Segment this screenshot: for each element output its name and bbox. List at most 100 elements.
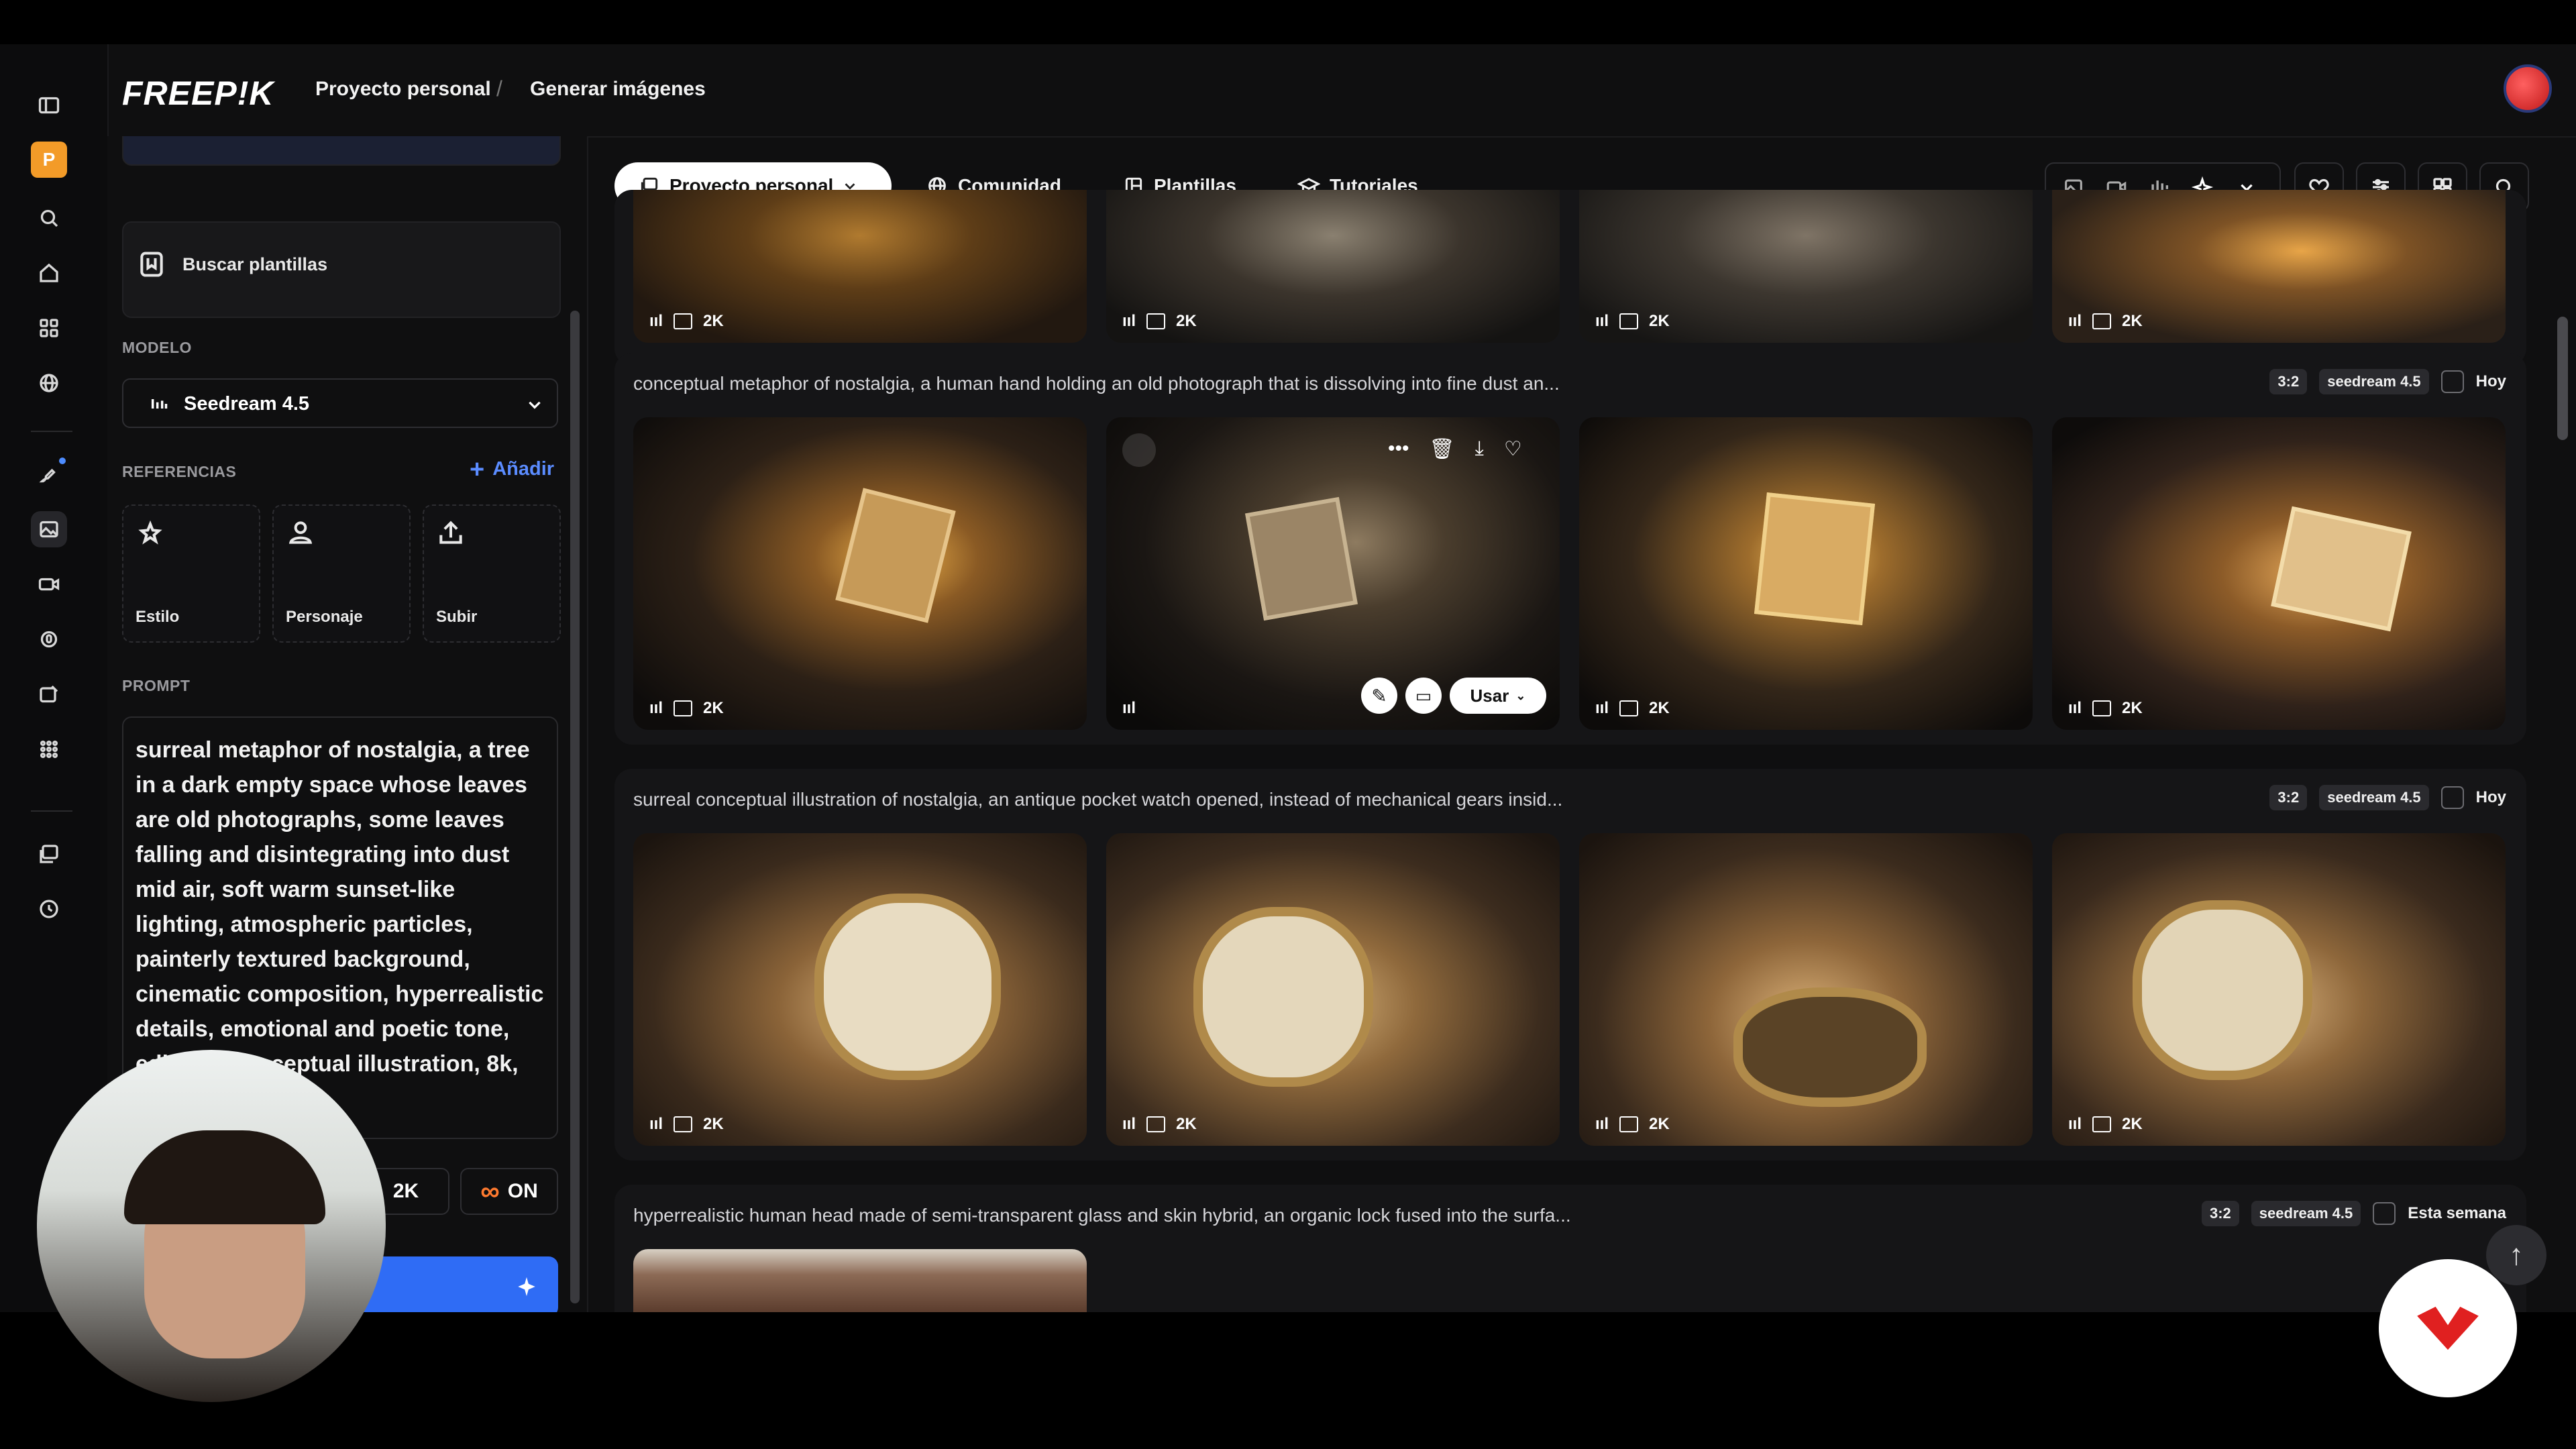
image-size-icon <box>1619 1116 1639 1132</box>
add-reference-label: Añadir <box>492 458 555 480</box>
reference-style-label: Estilo <box>136 608 180 626</box>
home-icon[interactable] <box>31 255 67 291</box>
all-tools-icon[interactable] <box>31 731 67 767</box>
image-size-icon <box>2092 313 2112 329</box>
group-select-checkbox[interactable] <box>2373 1202 2396 1225</box>
project-avatar-icon[interactable]: P <box>31 142 67 178</box>
group-prompt-title[interactable]: conceptual metaphor of nostalgia, a huma… <box>633 373 1560 394</box>
result-thumbnail[interactable]: ııl 2K <box>1579 417 2033 730</box>
thumbnail-badge: ııl 2K <box>1595 699 1670 717</box>
model-bars-icon: ııl <box>2068 699 2082 717</box>
infinity-icon: ∞ <box>480 1176 500 1206</box>
result-thumbnail[interactable]: ııl 2K <box>633 833 1087 1146</box>
thumbnail-badge: ııl 2K <box>2068 1115 2143 1133</box>
thumbnail-badge: ııl 2K <box>649 699 724 717</box>
result-thumbnail-hovered[interactable]: ••• 🗑 ⤓ ♡ ✎ ▭ Usar ⌄ ııl <box>1106 417 1560 730</box>
model-bars-icon: ııl <box>1122 312 1136 330</box>
group-date-label: Esta semana <box>2408 1204 2506 1222</box>
apps-icon[interactable] <box>31 310 67 346</box>
notification-dot <box>59 458 66 464</box>
video-icon[interactable] <box>31 566 67 602</box>
reference-style-card[interactable]: Estilo <box>122 504 260 643</box>
model-select[interactable]: Seedream 4.5 <box>122 378 558 428</box>
result-group: hyperrealistic human head made of semi-t… <box>614 1185 2526 1312</box>
person-icon <box>288 521 313 544</box>
model-bars-icon: ııl <box>649 312 663 330</box>
edit-icon[interactable]: ✎ <box>1361 678 1397 714</box>
group-prompt-title[interactable]: surreal conceptual illustration of nosta… <box>633 789 1562 810</box>
breadcrumb-project[interactable]: Proyecto personal <box>315 78 491 101</box>
result-thumbnail[interactable] <box>633 1249 1087 1312</box>
reference-character-card[interactable]: Personaje <box>272 504 411 643</box>
thumbnail-badge: ııl <box>1122 699 1136 718</box>
heart-icon[interactable]: ♡ <box>1504 437 1522 461</box>
templates-card[interactable]: Buscar plantillas <box>122 221 561 318</box>
pocket-watch-shape <box>814 894 1001 1080</box>
history-icon[interactable] <box>31 891 67 927</box>
brand-badge[interactable] <box>2379 1259 2517 1397</box>
group-select-checkbox[interactable] <box>2440 370 2464 393</box>
result-thumbnail[interactable]: ııl 2K <box>2052 417 2506 730</box>
brand-logo[interactable]: FREEP!K <box>122 74 274 113</box>
group-meta: 3:2 seedream 4.5 Hoy <box>2269 785 2506 810</box>
result-thumbnail[interactable]: ııl 2K <box>1579 190 2033 343</box>
webcam-overlay <box>37 1050 386 1402</box>
result-thumbnail[interactable]: ııl 2K <box>1579 833 2033 1146</box>
use-button[interactable]: Usar ⌄ <box>1450 678 1546 714</box>
search-icon[interactable] <box>31 200 67 236</box>
red-chevron-logo-icon <box>2417 1306 2479 1350</box>
model-section-label: MODELO <box>122 339 192 356</box>
sidebar-toggle-icon[interactable] <box>31 87 67 123</box>
thumbnail-badge: ııl 2K <box>1122 312 1197 330</box>
collapsed-option-card[interactable] <box>122 136 561 166</box>
group-meta: 3:2 seedream 4.5 Esta semana <box>2202 1201 2506 1226</box>
user-avatar[interactable] <box>2504 64 2552 113</box>
more-icon[interactable]: ••• <box>1388 437 1409 461</box>
add-reference-button[interactable]: + Añadir <box>470 457 555 482</box>
scroll-to-top-button[interactable]: ↑ <box>2486 1225 2546 1285</box>
infinite-toggle-label: ON <box>507 1180 538 1202</box>
rail-divider <box>31 810 72 812</box>
image-generator-icon[interactable] <box>31 511 67 547</box>
result-thumbnail[interactable]: ııl 2K <box>633 417 1087 730</box>
pocket-watch-shape <box>1733 987 1927 1107</box>
result-thumbnail[interactable]: ııl 2K <box>633 190 1087 343</box>
upload-icon <box>439 521 462 544</box>
app-window: P FREEP!K Proyecto personal / Generar im… <box>0 44 2576 1312</box>
brush-icon[interactable] <box>31 456 67 492</box>
select-circle[interactable] <box>1122 433 1156 467</box>
image-size-icon <box>674 700 693 716</box>
thumbnail-badge: ııl 2K <box>1595 1115 1670 1133</box>
top-bar: FREEP!K Proyecto personal / Generar imág… <box>107 44 2576 138</box>
result-thumbnail[interactable]: ııl 2K <box>1106 833 1560 1146</box>
panel-scrollbar[interactable] <box>570 311 580 1303</box>
reference-upload-card[interactable]: Subir <box>423 504 561 643</box>
thumbnail-badge: ııl 2K <box>1122 1115 1197 1133</box>
aspect-ratio-tag: 3:2 <box>2269 785 2308 810</box>
library-icon[interactable] <box>31 836 67 872</box>
pocket-watch-shape <box>2133 900 2312 1080</box>
result-thumbnail[interactable]: ııl 2K <box>2052 190 2506 343</box>
image-size-icon <box>1619 700 1639 716</box>
result-group: conceptual metaphor of nostalgia, a huma… <box>614 353 2526 745</box>
audio-icon[interactable] <box>31 621 67 657</box>
model-bars-icon: ııl <box>2068 1115 2082 1133</box>
model-bars-icon: ııl <box>649 1115 663 1133</box>
model-bars-icon: ııl <box>1595 1115 1609 1133</box>
result-thumbnail[interactable]: ııl 2K <box>1106 190 1560 343</box>
video-create-icon[interactable]: ▭ <box>1405 678 1442 714</box>
result-group-partial: ııl 2K ııl 2K ııl 2K ııl 2K <box>614 190 2526 366</box>
main-scrollbar[interactable] <box>2557 317 2568 440</box>
result-thumbnail[interactable]: ııl 2K <box>2052 833 2506 1146</box>
model-tag: seedream 4.5 <box>2319 785 2429 810</box>
thumbnail-badge: ııl 2K <box>2068 312 2143 330</box>
group-select-checkbox[interactable] <box>2440 786 2464 809</box>
thumbnail-actions: ••• 🗑 ⤓ ♡ <box>1388 437 1522 461</box>
delete-icon[interactable]: 🗑 <box>1430 437 1455 461</box>
infinite-toggle[interactable]: ∞ ON <box>460 1168 558 1215</box>
edit-image-icon[interactable] <box>31 676 67 712</box>
globe-icon[interactable] <box>31 365 67 401</box>
group-prompt-title[interactable]: hyperrealistic human head made of semi-t… <box>633 1205 1571 1226</box>
thumbnail-badge: ııl 2K <box>2068 699 2143 717</box>
download-icon[interactable]: ⤓ <box>1475 437 1484 461</box>
